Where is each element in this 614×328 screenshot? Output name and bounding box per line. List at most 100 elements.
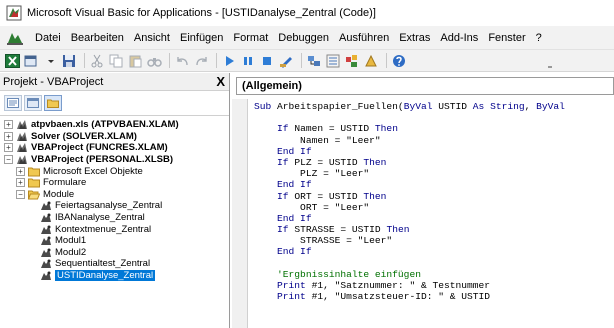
- view-code-button[interactable]: [4, 95, 22, 111]
- stop-icon: [263, 56, 271, 65]
- tree-item-module-kontextmenue[interactable]: Kontextmenue_Zentral: [0, 223, 229, 235]
- paste-icon: [129, 55, 142, 67]
- code-keyword: Then: [363, 156, 387, 168]
- module-icon: [41, 271, 51, 281]
- tree-item-solver[interactable]: + Solver (SOLVER.XLAM): [0, 131, 229, 143]
- view-excel-button[interactable]: [4, 52, 21, 69]
- toolbox-button[interactable]: [363, 52, 380, 69]
- tree-item-module-ustidanalyse[interactable]: USTIDanalyse_Zentral: [0, 270, 229, 282]
- project-explorer-button[interactable]: [306, 52, 323, 69]
- toolbar-separator: [84, 53, 85, 68]
- code-text: ORT = "Leer": [254, 201, 370, 213]
- tree-item-funcres[interactable]: + VBAProject (FUNCRES.XLAM): [0, 142, 229, 154]
- properties-icon: [326, 54, 340, 67]
- break-button[interactable]: [240, 52, 257, 69]
- excel-view-icon[interactable]: [6, 30, 24, 46]
- excel-icon: [5, 53, 20, 68]
- collapse-toggle[interactable]: −: [16, 189, 25, 199]
- project-explorer-icon: [308, 55, 320, 66]
- insert-dropdown-button[interactable]: [42, 52, 59, 69]
- toolbar-separator: [169, 53, 170, 68]
- redo-button[interactable]: [193, 52, 210, 69]
- module-icon: [41, 236, 51, 246]
- tree-item-personal[interactable]: − VBAProject (PERSONAL.XLSB): [0, 154, 229, 166]
- folder-icon: [28, 178, 40, 188]
- tree-item-label: Feiertagsanalyse_Zentral: [55, 200, 163, 212]
- module-icon: [41, 225, 51, 234]
- project-explorer-toolbar: [0, 91, 229, 116]
- expand-toggle[interactable]: +: [4, 120, 13, 130]
- cut-button[interactable]: [89, 52, 106, 69]
- expand-toggle[interactable]: +: [16, 166, 25, 176]
- insert-module-button[interactable]: [23, 52, 40, 69]
- view-object-button[interactable]: [24, 95, 42, 111]
- menu-datei[interactable]: Datei: [30, 32, 66, 44]
- code-keyword: End If: [254, 212, 312, 224]
- object-browser-button[interactable]: [344, 52, 361, 69]
- tree-item-label: Module: [43, 188, 75, 200]
- redo-icon: [196, 56, 207, 65]
- tree-item-module-feiertagsanalyse[interactable]: Feiertagsanalyse_Zentral: [0, 200, 229, 212]
- tree-item-module[interactable]: − Module: [0, 189, 229, 201]
- save-button[interactable]: [61, 52, 78, 69]
- tree-item-module-modul1[interactable]: Modul1: [0, 235, 229, 247]
- menu-fenster[interactable]: Fenster: [483, 32, 530, 44]
- menu-ausfuehren[interactable]: Ausführen: [334, 32, 394, 44]
- code-line: ORT = "Leer": [254, 202, 614, 213]
- play-icon: [226, 55, 234, 66]
- paste-button[interactable]: [127, 52, 144, 69]
- project-explorer: Projekt - VBAProject X + atpvbaen.xls (A…: [0, 73, 230, 328]
- code-line: If Namen = USTID Then: [254, 123, 614, 134]
- run-button[interactable]: [221, 52, 238, 69]
- menu-extras[interactable]: Extras: [394, 32, 435, 44]
- reset-button[interactable]: [259, 52, 276, 69]
- insert-module-icon: [24, 55, 37, 66]
- chevron-down-icon: [47, 59, 54, 63]
- expand-toggle[interactable]: +: [4, 143, 13, 153]
- tree-item-label: IBANanalyse_Zentral: [55, 212, 145, 224]
- code-line: End If: [254, 246, 614, 257]
- toggle-folders-button[interactable]: [44, 95, 62, 111]
- vba-project-icon: [17, 120, 27, 130]
- menu-debuggen[interactable]: Debuggen: [273, 32, 334, 44]
- tree-item-module-modul2[interactable]: Modul2: [0, 247, 229, 259]
- menu-format[interactable]: Format: [228, 32, 273, 44]
- view-code-icon: [7, 98, 19, 108]
- tree-item-excel-objects[interactable]: + Microsoft Excel Objekte: [0, 165, 229, 177]
- design-mode-button[interactable]: [278, 52, 295, 69]
- menu-add-ins[interactable]: Add-Ins: [435, 32, 483, 44]
- close-icon[interactable]: X: [216, 75, 225, 88]
- undo-button[interactable]: [174, 52, 191, 69]
- code-text: #1, "Umsatzsteuer-ID: " & USTID: [311, 291, 491, 303]
- properties-button[interactable]: [325, 52, 342, 69]
- tree-item-module-ibananalyse[interactable]: IBANanalyse_Zentral: [0, 212, 229, 224]
- copy-icon: [109, 54, 123, 67]
- menu-help[interactable]: ?: [531, 32, 547, 44]
- toolbar-overflow-grip[interactable]: [548, 66, 552, 69]
- expand-toggle[interactable]: +: [4, 131, 13, 141]
- code-line: Print #1, "Umsatzsteuer-ID: " & USTID: [254, 291, 614, 302]
- find-button[interactable]: [146, 52, 163, 69]
- menu-ansicht[interactable]: Ansicht: [129, 32, 175, 44]
- window-title: Microsoft Visual Basic for Applications …: [27, 7, 376, 19]
- tree-item-formulare[interactable]: + Formulare: [0, 177, 229, 189]
- code-editor[interactable]: Sub Arbeitspapier_Fuellen(ByVal USTID As…: [254, 101, 614, 328]
- tree-item-module-sequentialtest[interactable]: Sequentialtest_Zentral: [0, 258, 229, 270]
- tree-item-atpvbaen[interactable]: + atpvbaen.xls (ATPVBAEN.XLAM): [0, 119, 229, 131]
- copy-button[interactable]: [108, 52, 125, 69]
- code-keyword: Then: [386, 224, 410, 236]
- code-line: End If: [254, 213, 614, 224]
- menu-bearbeiten[interactable]: Bearbeiten: [66, 32, 129, 44]
- help-button[interactable]: [391, 52, 408, 69]
- object-dropdown[interactable]: (Allgemein): [236, 77, 614, 95]
- code-line: End If: [254, 179, 614, 190]
- open-folder-icon: [28, 190, 40, 200]
- menu-einfuegen[interactable]: Einfügen: [175, 32, 228, 44]
- vba-project-icon: [17, 155, 27, 165]
- code-margin-indicator-bar[interactable]: [232, 99, 248, 328]
- code-keyword: Then: [374, 123, 398, 135]
- object-browser-icon: [346, 54, 357, 67]
- collapse-toggle[interactable]: −: [4, 155, 13, 165]
- expand-toggle[interactable]: +: [16, 178, 25, 188]
- code-window: (Allgemein) Sub Arbeitspapier_Fuellen(By…: [232, 73, 614, 328]
